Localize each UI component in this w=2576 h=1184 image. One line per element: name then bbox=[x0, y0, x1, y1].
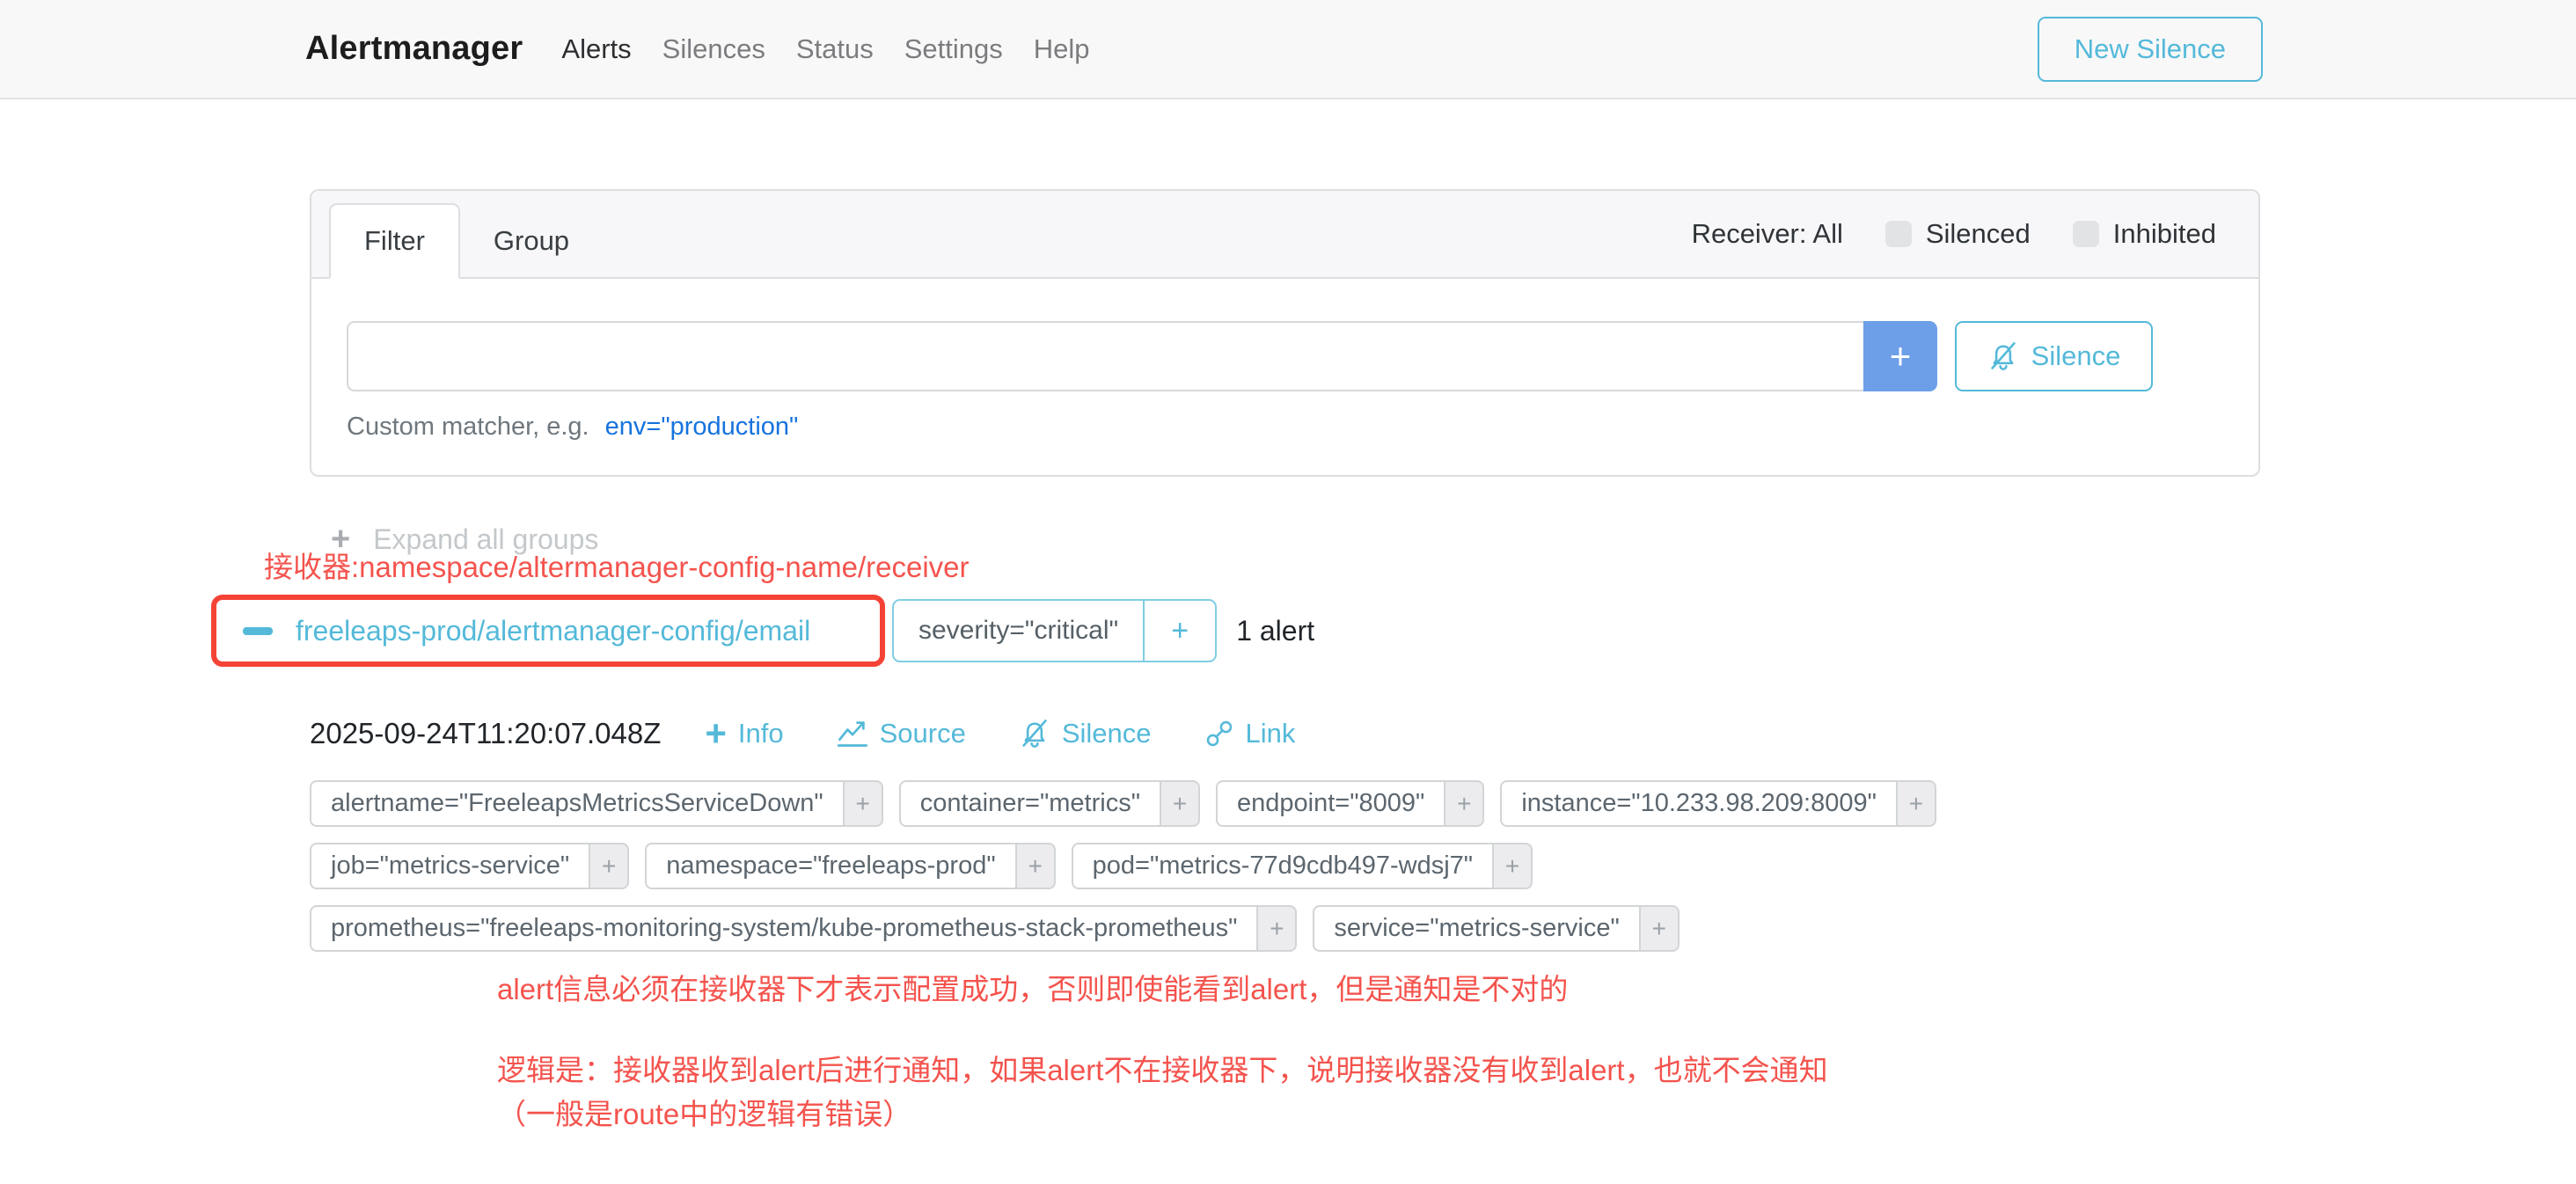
main-nav: Alerts Silences Status Settings Help bbox=[561, 33, 1089, 65]
label-chip-instance: instance="10.233.98.209:8009" + bbox=[1500, 780, 1936, 827]
tab-filter[interactable]: Filter bbox=[329, 203, 460, 279]
receiver-group-button[interactable]: freeleaps-prod/alertmanager-config/email bbox=[296, 615, 810, 647]
add-label-filter-button[interactable]: + bbox=[1444, 780, 1484, 827]
new-silence-button[interactable]: New Silence bbox=[2038, 17, 2263, 82]
alert-silence-label: Silence bbox=[1062, 718, 1152, 749]
filter-card-body: + Silence Custom matcher, e.g. env="prod… bbox=[311, 279, 2258, 442]
nav-alerts[interactable]: Alerts bbox=[561, 33, 631, 65]
nav-status[interactable]: Status bbox=[796, 33, 874, 65]
add-label-filter-button[interactable]: + bbox=[589, 843, 629, 889]
filter-card-header: Filter Group Receiver: All Silenced Inhi… bbox=[311, 191, 2258, 279]
matcher-input[interactable] bbox=[347, 321, 1863, 391]
matcher-example-link[interactable]: env="production" bbox=[605, 413, 799, 442]
alert-info-label: Info bbox=[738, 718, 784, 749]
silenced-filter: Silenced bbox=[1885, 218, 2031, 250]
alert-labels-row-1: alertname="FreeleapsMetricsServiceDown" … bbox=[310, 780, 1936, 827]
add-label-filter-button[interactable]: + bbox=[1896, 780, 1936, 827]
label-value[interactable]: namespace="freeleaps-prod" bbox=[645, 843, 1014, 889]
add-label-filter-button[interactable]: + bbox=[1492, 843, 1533, 889]
annotation-receiver-note: 接收器:namespace/altermanager-config-name/r… bbox=[264, 544, 970, 586]
label-value[interactable]: alertname="FreeleapsMetricsServiceDown" bbox=[310, 780, 843, 827]
tab-group-label: Group bbox=[494, 225, 569, 257]
navbar: Alertmanager Alerts Silences Status Sett… bbox=[0, 0, 2576, 99]
silenced-label[interactable]: Silenced bbox=[1926, 218, 2031, 250]
add-label-filter-button[interactable]: + bbox=[843, 780, 883, 827]
tab-group[interactable]: Group bbox=[460, 203, 603, 279]
label-chip-namespace: namespace="freeleaps-prod" + bbox=[645, 843, 1055, 889]
alert-info-link[interactable]: + Info bbox=[705, 718, 783, 749]
annotation-red-box: freeleaps-prod/alertmanager-config/email bbox=[211, 595, 885, 667]
inhibited-label[interactable]: Inhibited bbox=[2113, 218, 2216, 250]
matcher-input-row: + Silence bbox=[347, 321, 2223, 391]
group-matcher-label[interactable]: severity="critical" bbox=[894, 601, 1143, 661]
nav-help[interactable]: Help bbox=[1034, 33, 1090, 65]
alert-silence-link[interactable]: Silence bbox=[1019, 718, 1152, 749]
label-value[interactable]: prometheus="freeleaps-monitoring-system/… bbox=[310, 905, 1256, 952]
annotation-note-2: 逻辑是：接收器收到alert后进行通知，如果alert不在接收器下，说明接收器没… bbox=[497, 1047, 1828, 1089]
receiver-group-row: freeleaps-prod/alertmanager-config/email… bbox=[211, 595, 1314, 667]
group-matcher-button: severity="critical" + bbox=[892, 599, 1217, 662]
label-chip-service: service="metrics-service" + bbox=[1313, 905, 1679, 952]
plus-icon: + bbox=[705, 719, 727, 749]
alert-permalink[interactable]: Link bbox=[1204, 718, 1296, 749]
silence-from-filter-button[interactable]: Silence bbox=[1955, 321, 2153, 391]
label-value[interactable]: instance="10.233.98.209:8009" bbox=[1500, 780, 1896, 827]
add-matcher-button[interactable]: + bbox=[1863, 321, 1937, 391]
silenced-checkbox[interactable] bbox=[1885, 221, 1912, 247]
add-label-filter-button[interactable]: + bbox=[1015, 843, 1056, 889]
add-group-matcher-button[interactable]: + bbox=[1143, 601, 1215, 661]
alert-link-label: Link bbox=[1246, 718, 1296, 749]
chart-line-icon bbox=[837, 719, 868, 749]
filter-card: Filter Group Receiver: All Silenced Inhi… bbox=[310, 189, 2260, 477]
annotation-note-1: alert信息必须在接收器下才表示配置成功，否则即使能看到alert，但是通知是… bbox=[497, 966, 1568, 1008]
filter-options: Receiver: All Silenced Inhibited bbox=[1692, 218, 2216, 250]
label-chip-prometheus: prometheus="freeleaps-monitoring-system/… bbox=[310, 905, 1297, 952]
app-brand[interactable]: Alertmanager bbox=[305, 30, 523, 68]
link-icon bbox=[1204, 719, 1234, 749]
nav-silences[interactable]: Silences bbox=[662, 33, 765, 65]
alert-count: 1 alert bbox=[1236, 615, 1314, 647]
label-chip-pod: pod="metrics-77d9cdb497-wdsj7" + bbox=[1072, 843, 1533, 889]
silence-button-label: Silence bbox=[2031, 340, 2121, 372]
label-value[interactable]: container="metrics" bbox=[899, 780, 1160, 827]
tab-filter-label: Filter bbox=[364, 225, 425, 257]
inhibited-filter: Inhibited bbox=[2073, 218, 2216, 250]
custom-matcher-hint: Custom matcher, e.g. bbox=[347, 413, 589, 442]
annotation-note-3: （一般是route中的逻辑有错误） bbox=[497, 1091, 911, 1133]
label-chip-job: job="metrics-service" + bbox=[310, 843, 629, 889]
add-label-filter-button[interactable]: + bbox=[1639, 905, 1680, 952]
alert-timestamp: 2025-09-24T11:20:07.048Z bbox=[310, 717, 661, 750]
alertmanager-page: Alertmanager Alerts Silences Status Sett… bbox=[0, 0, 2576, 1184]
label-value[interactable]: endpoint="8009" bbox=[1216, 780, 1444, 827]
bell-slash-icon bbox=[1019, 718, 1050, 749]
add-label-filter-button[interactable]: + bbox=[1160, 780, 1200, 827]
receiver-filter[interactable]: Receiver: All bbox=[1692, 218, 1843, 250]
alert-source-label: Source bbox=[880, 718, 966, 749]
alert-source-link[interactable]: Source bbox=[837, 718, 966, 749]
label-chip-endpoint: endpoint="8009" + bbox=[1216, 780, 1484, 827]
nav-settings[interactable]: Settings bbox=[904, 33, 1003, 65]
alert-meta-row: 2025-09-24T11:20:07.048Z + Info Source S… bbox=[310, 713, 1348, 755]
label-value[interactable]: pod="metrics-77d9cdb497-wdsj7" bbox=[1072, 843, 1492, 889]
minus-icon bbox=[243, 627, 273, 635]
label-value[interactable]: job="metrics-service" bbox=[310, 843, 589, 889]
alert-labels-row-3: prometheus="freeleaps-monitoring-system/… bbox=[310, 905, 1680, 952]
bell-slash-icon bbox=[1987, 340, 2019, 372]
label-chip-alertname: alertname="FreeleapsMetricsServiceDown" … bbox=[310, 780, 883, 827]
alert-labels-row-2: job="metrics-service" + namespace="freel… bbox=[310, 843, 1533, 889]
label-value[interactable]: service="metrics-service" bbox=[1313, 905, 1638, 952]
inhibited-checkbox[interactable] bbox=[2073, 221, 2099, 247]
custom-matcher-hint-row: Custom matcher, e.g. env="production" bbox=[347, 413, 2223, 442]
filter-tabs: Filter Group bbox=[329, 191, 603, 277]
label-chip-container: container="metrics" + bbox=[899, 780, 1200, 827]
add-label-filter-button[interactable]: + bbox=[1256, 905, 1297, 952]
